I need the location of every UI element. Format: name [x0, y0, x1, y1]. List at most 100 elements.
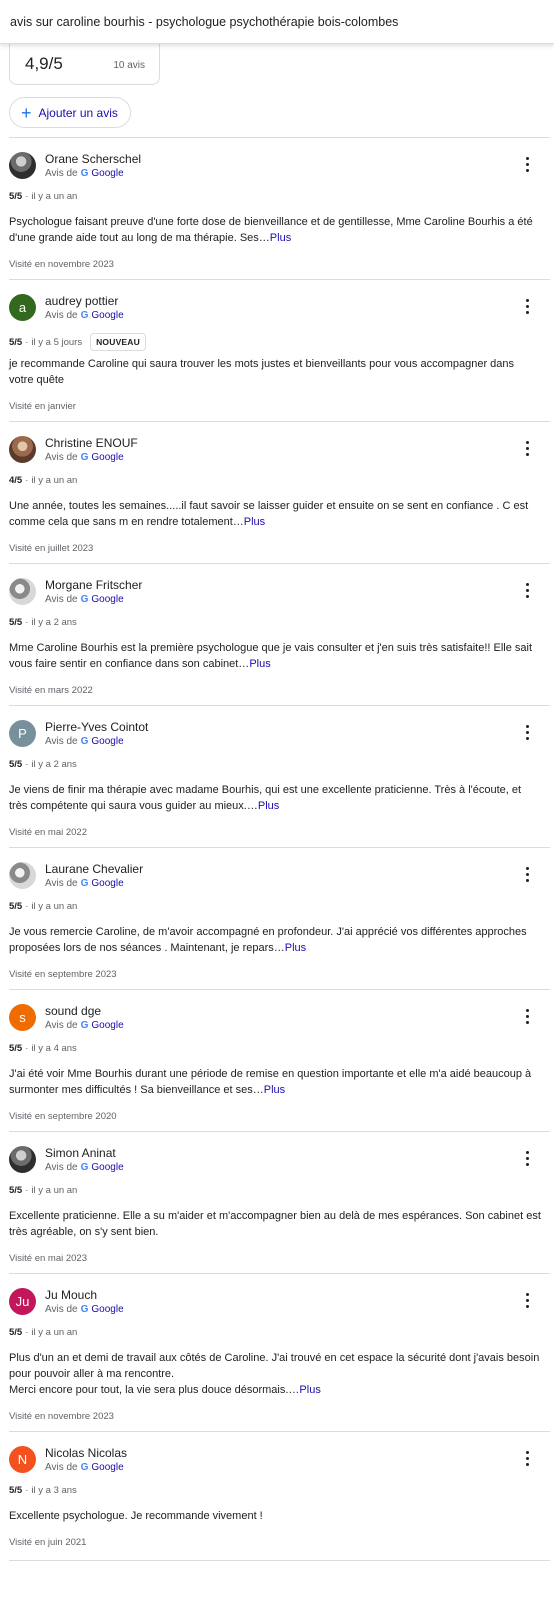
review-meta: 5/5 · il y a 4 ans [9, 1043, 77, 1054]
review-body: Je vous remercie Caroline, de m'avoir ac… [9, 926, 527, 954]
more-options-icon[interactable] [520, 1450, 536, 1468]
more-link[interactable]: Plus [244, 516, 265, 528]
search-bar[interactable]: avis sur caroline bourhis - psychologue … [0, 0, 554, 44]
review-card: Laurane Chevalier Avis de G Google 5/5 · il y … [0, 848, 554, 992]
more-link[interactable]: Plus [270, 232, 291, 244]
source-prefix: Avis de [45, 1020, 78, 1031]
source-name: Google [91, 1020, 124, 1031]
reviewer-name[interactable]: Ju Mouch [45, 1288, 97, 1302]
meta-separator: · [25, 901, 29, 912]
more-link[interactable]: Plus [264, 1084, 285, 1096]
average-score: 4,9/5 [25, 54, 63, 73]
avatar[interactable]: N [9, 1446, 36, 1473]
review-text: Je viens de finir ma thérapie avec madam… [9, 782, 541, 814]
more-options-icon[interactable] [520, 866, 536, 884]
reviewer-name[interactable]: audrey pottier [45, 294, 118, 308]
review-source: Avis de G Google [45, 594, 124, 605]
source-prefix: Avis de [45, 310, 78, 321]
reviewer-name[interactable]: Pierre-Yves Cointot [45, 720, 148, 734]
review-source: Avis de G Google [45, 168, 124, 179]
reviewer-name[interactable]: Christine ENOUF [45, 436, 138, 450]
rating-summary: 4,9/5 10 avis [9, 40, 160, 85]
reviewer-name[interactable]: Nicolas Nicolas [45, 1446, 127, 1460]
avatar[interactable]: Ju [9, 1288, 36, 1315]
more-link[interactable]: Plus [285, 942, 306, 954]
source-name: Google [91, 736, 124, 747]
source-name: Google [91, 878, 124, 889]
google-g-icon: G [80, 168, 89, 179]
add-review-button[interactable]: + Ajouter un avis [9, 97, 131, 128]
avatar[interactable] [9, 152, 36, 179]
avatar[interactable] [9, 436, 36, 463]
review-rating: 5/5 [9, 1043, 23, 1054]
more-options-icon[interactable] [520, 1008, 536, 1026]
avatar[interactable]: P [9, 720, 36, 747]
more-options-icon[interactable] [520, 724, 536, 742]
visit-date: Visité en juillet 2023 [9, 543, 94, 554]
meta-separator: · [25, 1185, 29, 1196]
avatar-letter: s [19, 1010, 26, 1025]
more-link[interactable]: Plus [249, 658, 270, 670]
more-options-icon[interactable] [520, 298, 536, 316]
avatar[interactable]: s [9, 1004, 36, 1031]
meta-separator: · [25, 1485, 29, 1496]
more-link[interactable]: Plus [258, 800, 279, 812]
visit-date: Visité en janvier [9, 401, 76, 412]
review-body: je recommande Caroline qui saura trouver… [9, 358, 515, 386]
source-prefix: Avis de [45, 594, 78, 605]
avatar-letter: P [18, 726, 27, 741]
review-meta: 5/5 · il y a un an [9, 1185, 77, 1196]
review-card: Christine ENOUF Avis de G Google 4/5 · il y a … [0, 422, 554, 566]
visit-date: Visité en septembre 2023 [9, 969, 117, 980]
review-time: il y a 2 ans [31, 759, 77, 770]
more-options-icon[interactable] [520, 582, 536, 600]
google-g-icon: G [80, 1162, 89, 1173]
more-options-icon[interactable] [520, 1292, 536, 1310]
review-card: Orane Scherschel Avis de G Google 5/5 · il y a… [0, 138, 554, 282]
avatar[interactable]: a [9, 294, 36, 321]
review-card: Morgane Fritscher Avis de G Google 5/5 · il y … [0, 564, 554, 708]
review-time: il y a un an [31, 191, 78, 202]
more-link[interactable]: Plus [299, 1384, 320, 1396]
review-count: 10 avis [113, 60, 145, 71]
avatar[interactable] [9, 578, 36, 605]
plus-icon: + [21, 102, 32, 123]
review-card: a audrey pottier Avis de G Google 5/5 · il y a … [0, 280, 554, 424]
review-body: Excellente psychologue. Je recommande vi… [9, 1510, 263, 1522]
review-rating: 5/5 [9, 336, 23, 348]
review-rating: 5/5 [9, 1485, 23, 1496]
meta-separator: · [25, 1327, 29, 1338]
review-source: Avis de G Google [45, 878, 124, 889]
review-card: N Nicolas Nicolas Avis de G Google 5/5 · il y a… [0, 1432, 554, 1576]
visit-date: Visité en novembre 2023 [9, 1411, 114, 1422]
review-rating: 5/5 [9, 901, 23, 912]
review-rating: 4/5 [9, 475, 23, 486]
source-name: Google [91, 452, 124, 463]
review-source: Avis de G Google [45, 1462, 124, 1473]
google-g-icon: G [80, 1462, 89, 1473]
review-time: il y a 5 jours [31, 336, 83, 348]
more-options-icon[interactable] [520, 156, 536, 174]
review-meta: 4/5 · il y a un an [9, 475, 77, 486]
reviewer-name[interactable]: Orane Scherschel [45, 152, 141, 166]
meta-separator: · [25, 759, 29, 770]
google-g-icon: G [80, 1304, 89, 1315]
review-body: Excellente praticienne. Elle a su m'aide… [9, 1210, 541, 1238]
more-options-icon[interactable] [520, 1150, 536, 1168]
review-rating: 5/5 [9, 759, 23, 770]
review-time: il y a un an [31, 901, 78, 912]
reviewer-name[interactable]: Laurane Chevalier [45, 862, 143, 876]
review-text: je recommande Caroline qui saura trouver… [9, 356, 541, 388]
review-time: il y a un an [31, 1327, 78, 1338]
avatar[interactable] [9, 1146, 36, 1173]
more-options-icon[interactable] [520, 440, 536, 458]
visit-date: Visité en mai 2022 [9, 827, 87, 838]
reviewer-name[interactable]: Simon Aninat [45, 1146, 116, 1160]
review-text: Plus d'un an et demi de travail aux côté… [9, 1350, 541, 1398]
reviewer-name[interactable]: sound dge [45, 1004, 101, 1018]
reviewer-name[interactable]: Morgane Fritscher [45, 578, 142, 592]
source-name: Google [91, 1304, 124, 1315]
review-meta: 5/5 · il y a 5 jours NOUVEAU [9, 333, 146, 351]
avatar[interactable] [9, 862, 36, 889]
search-query[interactable]: avis sur caroline bourhis - psychologue … [10, 0, 554, 44]
